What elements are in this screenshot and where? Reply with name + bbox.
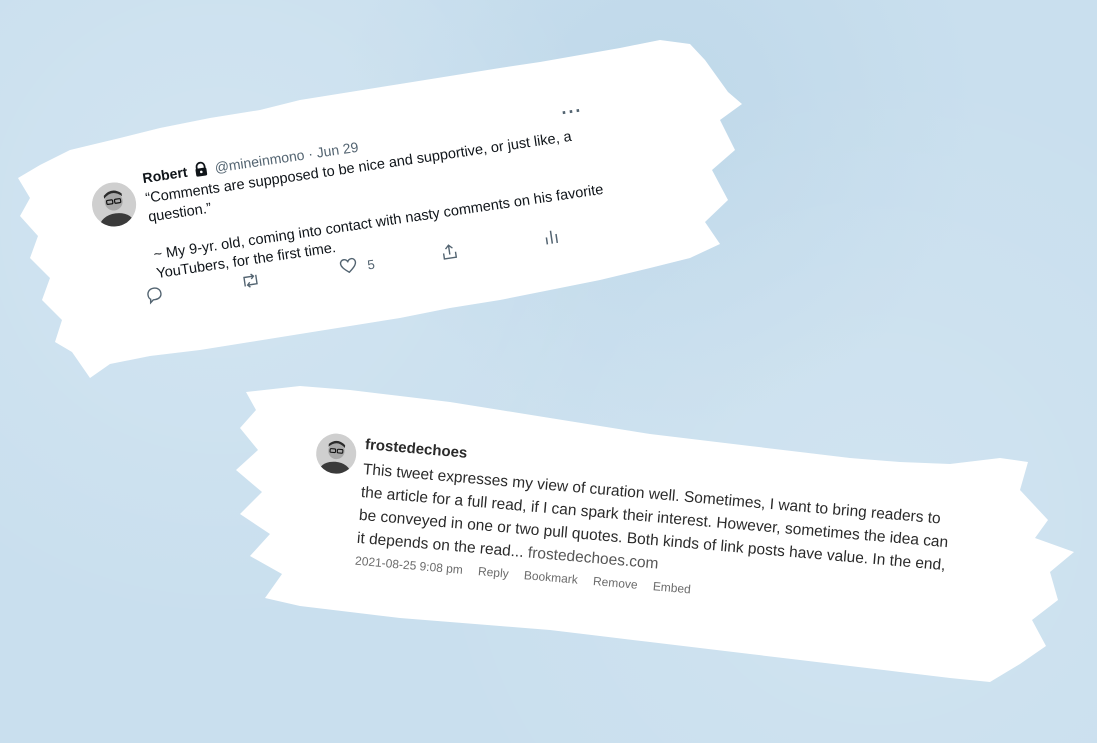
brush-stroke-background [236, 386, 1074, 682]
reply-link[interactable]: Reply [478, 564, 510, 581]
comment-card: frostedechoes This tweet expresses my vi… [0, 0, 1097, 743]
